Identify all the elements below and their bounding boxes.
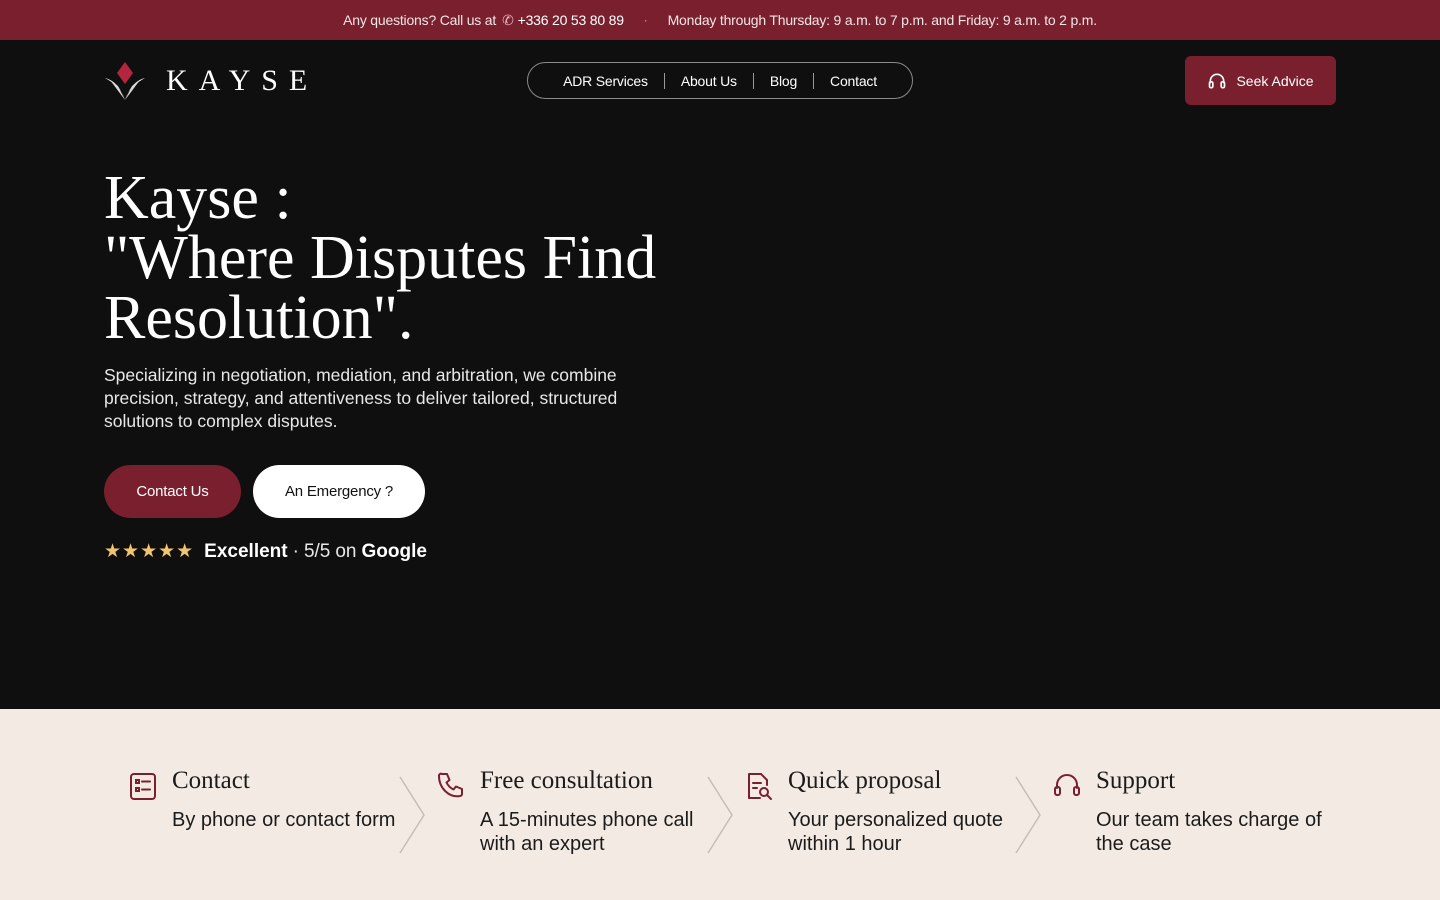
hero-title-line: "Where Disputes Find [104, 224, 657, 292]
phone-link[interactable]: ✆ +336 20 53 80 89 [502, 12, 624, 29]
nav-item-adr-services[interactable]: ADR Services [547, 73, 664, 89]
headset-icon [1054, 774, 1080, 796]
step-title: Quick proposal [788, 767, 942, 794]
diamond-logo-icon [105, 62, 145, 100]
headset-icon [1209, 73, 1226, 88]
contact-us-button[interactable]: Contact Us [104, 465, 241, 518]
rating-score: 5/5 [303, 540, 331, 562]
hero-title: Kayse : "Where Disputes Find Resolution"… [104, 164, 804, 352]
rating-stars-icon: ★★★★★ [104, 541, 195, 562]
emergency-button[interactable]: An Emergency ? [253, 465, 425, 518]
step-description: Your personalized quote within 1 hour [788, 809, 1003, 855]
top-question-text: Any questions? Call us at [343, 12, 497, 28]
step-title: Support [1096, 767, 1176, 794]
brand-logo-link[interactable]: KAYSE [104, 60, 318, 102]
step-title: Contact [172, 767, 250, 794]
rating-on: on [335, 540, 357, 562]
chevron-right-icon [399, 776, 425, 854]
nav-item-blog[interactable]: Blog [754, 73, 813, 89]
opening-hours: Monday through Thursday: 9 a.m. to 7 p.m… [667, 12, 1097, 28]
brand-name: KAYSE [166, 64, 319, 97]
form-list-icon [130, 773, 156, 800]
rating-dot: · [292, 540, 299, 562]
hero-title-line: Kayse : [104, 164, 292, 232]
phone-icon: ✆ [502, 11, 514, 28]
main-nav: ADR Services About Us Blog Contact [527, 62, 913, 99]
chevron-right-icon [707, 776, 733, 854]
phone-icon [438, 772, 463, 798]
phone-number: +336 20 53 80 89 [517, 12, 624, 28]
top-info-bar: Any questions? Call us at ✆ +336 20 53 8… [0, 0, 1440, 40]
hero-subtitle: Specializing in negotiation, mediation, … [104, 365, 618, 431]
seek-advice-button[interactable]: Seek Advice [1185, 56, 1336, 105]
document-search-icon [748, 773, 772, 800]
step-description: A 15-minutes phone call with an expert [480, 809, 694, 855]
google-rating: ★★★★★ Excellent · 5/5 on Google [104, 540, 427, 563]
chevron-right-icon [1015, 776, 1041, 854]
site-header: KAYSE ADR Services About Us Blog Contact… [0, 40, 1440, 122]
hero-title-line: Resolution". [104, 284, 414, 352]
nav-item-contact[interactable]: Contact [814, 73, 893, 89]
step-description: Our team takes charge of the case [1096, 809, 1322, 855]
seek-advice-label: Seek Advice [1236, 72, 1314, 89]
rating-source: Google [361, 540, 427, 562]
step-title: Free consultation [480, 767, 653, 794]
separator-dot: · [643, 13, 648, 27]
nav-item-about-us[interactable]: About Us [665, 73, 753, 89]
process-steps: Contact By phone or contact form Free co… [0, 709, 1440, 900]
rating-label: Excellent [204, 540, 288, 562]
step-description: By phone or contact form [172, 809, 396, 831]
